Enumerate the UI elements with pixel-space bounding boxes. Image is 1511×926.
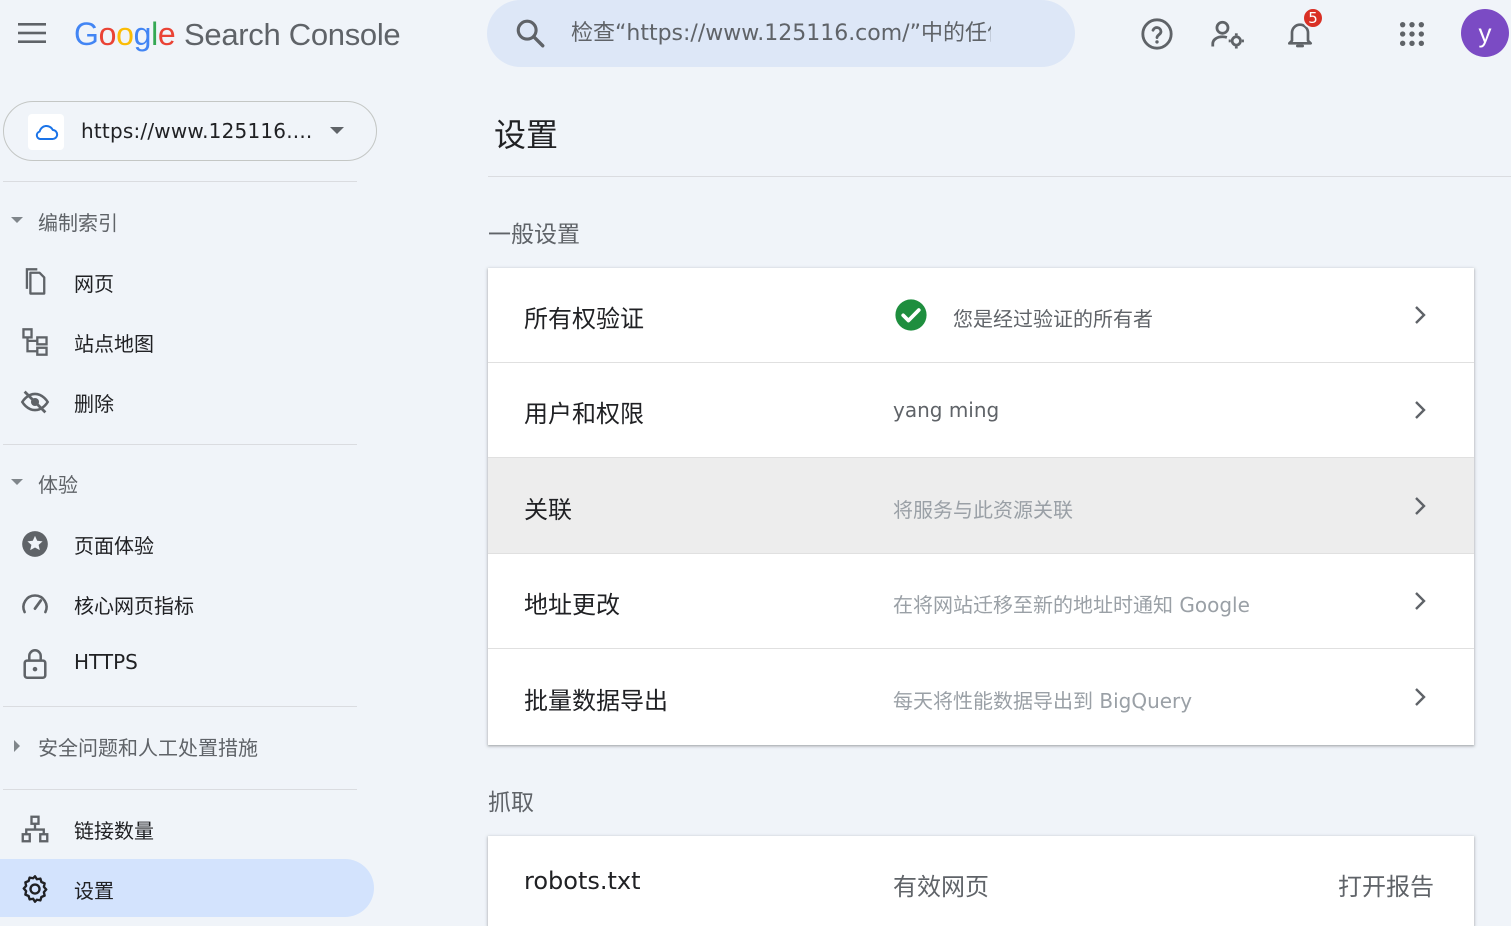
sidebar-divider	[3, 181, 357, 182]
sitemap-icon	[20, 327, 50, 357]
sidebar-item-core-web-vitals[interactable]: 核心网页指标	[0, 574, 374, 632]
users-permissions-row[interactable]: 用户和权限 yang ming	[488, 363, 1474, 458]
page-title: 设置	[494, 116, 559, 154]
crawling-heading: 抓取	[488, 790, 534, 816]
sidebar-item-removals[interactable]: 删除	[0, 372, 374, 430]
property-cloud-icon	[28, 114, 64, 150]
row-value: 每天将性能数据导出到 BigQuery	[893, 689, 1193, 713]
sidebar-item-label: 页面体验	[74, 534, 154, 558]
row-label: 地址更改	[524, 591, 620, 619]
sidebar-divider	[3, 789, 357, 790]
pages-icon	[20, 267, 50, 297]
url-inspection-search[interactable]	[487, 0, 1075, 67]
property-selector[interactable]: https://www.125116....	[3, 101, 377, 161]
account-settings-button[interactable]	[1208, 14, 1248, 54]
property-url: https://www.125116....	[81, 119, 313, 143]
section-security-manual-actions[interactable]: 安全问题和人工处置措施	[0, 726, 370, 766]
account-avatar[interactable]: y	[1461, 9, 1509, 57]
row-value: 将服务与此资源关联	[893, 498, 1073, 522]
sidebar-divider	[3, 706, 357, 707]
hamburger-menu-icon	[18, 23, 46, 43]
collapse-arrow-icon	[11, 217, 23, 223]
ownership-verification-row[interactable]: 所有权验证 您是经过验证的所有者	[488, 268, 1474, 363]
notification-count-badge: 5	[1302, 7, 1324, 29]
logo-letter: e	[157, 16, 176, 52]
speed-gauge-icon	[20, 589, 50, 619]
sidebar-item-label: 网页	[74, 272, 114, 296]
sidebar-item-label: HTTPS	[74, 650, 138, 674]
row-label: 批量数据导出	[524, 687, 668, 715]
section-indexing[interactable]: 编制索引	[0, 201, 370, 241]
chevron-right-icon	[1415, 592, 1426, 610]
sidebar-item-label: 设置	[74, 879, 114, 903]
row-value: 在将网站迁移至新的地址时通知 Google	[893, 593, 1250, 617]
logo-letter: o	[116, 16, 134, 52]
row-value: 有效网页	[893, 873, 989, 901]
row-label: 用户和权限	[524, 400, 644, 428]
logo-letter: G	[74, 16, 99, 52]
chevron-right-icon	[1415, 688, 1426, 706]
page-experience-icon	[20, 529, 50, 559]
chevron-right-icon	[1415, 497, 1426, 515]
general-settings-heading: 一般设置	[488, 222, 580, 248]
lock-icon	[20, 649, 50, 679]
section-label: 体验	[38, 472, 78, 497]
verified-check-icon	[895, 299, 927, 331]
sidebar-item-settings[interactable]: 设置	[0, 859, 374, 917]
row-value: yang ming	[893, 398, 1000, 422]
dropdown-arrow-icon	[330, 127, 344, 134]
manage-accounts-icon	[1211, 20, 1244, 49]
sidebar-item-pages[interactable]: 网页	[0, 252, 374, 310]
expand-arrow-icon	[14, 740, 20, 752]
sidebar-item-sitemaps[interactable]: 站点地图	[0, 312, 374, 370]
general-settings-card: 所有权验证 您是经过验证的所有者 用户和权限 yang ming 关联 将服务与…	[488, 268, 1474, 745]
apps-grid-icon	[1399, 21, 1425, 47]
sidebar-item-label: 删除	[74, 392, 114, 416]
section-label: 编制索引	[38, 210, 118, 235]
main-menu-button[interactable]	[14, 18, 50, 48]
associations-row[interactable]: 关联 将服务与此资源关联	[488, 458, 1474, 554]
open-report-link[interactable]: 打开报告	[1338, 867, 1434, 902]
chevron-right-icon	[1415, 306, 1426, 324]
sidebar-item-label: 核心网页指标	[74, 594, 194, 618]
collapse-arrow-icon	[11, 479, 23, 485]
sidebar-divider	[3, 444, 357, 445]
product-name: Search Console	[184, 17, 401, 52]
sidebar-item-label: 链接数量	[74, 819, 154, 843]
logo-letter: o	[98, 16, 117, 52]
row-label: 关联	[524, 496, 572, 524]
chevron-right-icon	[1415, 401, 1426, 419]
logo-letter: l	[151, 16, 158, 52]
section-experience[interactable]: 体验	[0, 463, 370, 503]
sidebar-item-links[interactable]: 链接数量	[0, 799, 374, 857]
robots-txt-row: robots.txt 有效网页 打开报告	[488, 836, 1474, 926]
section-label: 安全问题和人工处置措施	[38, 735, 258, 760]
links-tree-icon	[20, 814, 50, 844]
search-icon[interactable]	[513, 16, 547, 50]
search-input[interactable]	[571, 14, 991, 52]
logo-letter: g	[133, 16, 152, 52]
row-label: robots.txt	[524, 867, 641, 895]
visibility-off-icon	[20, 387, 50, 417]
bulk-data-export-row[interactable]: 批量数据导出 每天将性能数据导出到 BigQuery	[488, 649, 1474, 745]
sidebar-item-https[interactable]: HTTPS	[0, 634, 374, 692]
change-of-address-row[interactable]: 地址更改 在将网站迁移至新的地址时通知 Google	[488, 554, 1474, 649]
crawling-card: robots.txt 有效网页 打开报告	[488, 836, 1474, 926]
top-app-bar: Google Search Console 检查“https://www.125…	[0, 0, 1511, 68]
help-icon	[1141, 18, 1173, 50]
sidebar-item-label: 站点地图	[74, 332, 154, 356]
title-divider	[488, 176, 1511, 177]
google-search-console-logo[interactable]: Google Search Console	[74, 14, 401, 54]
gear-icon	[20, 874, 50, 904]
sidebar-item-page-experience[interactable]: 页面体验	[0, 514, 374, 572]
row-label: 所有权验证	[524, 305, 644, 333]
google-apps-button[interactable]	[1392, 14, 1432, 54]
row-value: 您是经过验证的所有者	[953, 307, 1153, 331]
help-button[interactable]	[1137, 14, 1177, 54]
